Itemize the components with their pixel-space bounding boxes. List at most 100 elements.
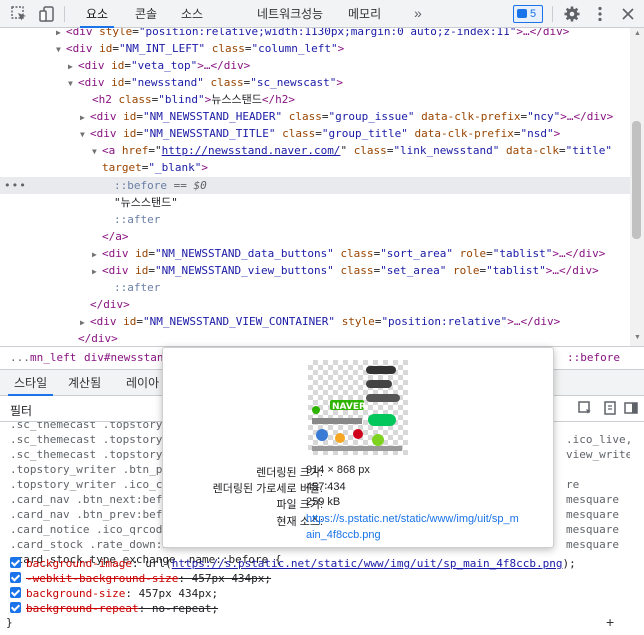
rule-selector-tail: mesquare xyxy=(566,493,619,506)
sidebar-toggle-icon[interactable] xyxy=(623,400,639,416)
add-declaration-icon[interactable]: + xyxy=(606,614,614,630)
rendered-size-value: 914 × 868 px xyxy=(306,464,370,476)
declaration-checkbox[interactable] xyxy=(10,572,21,583)
expand-arrow-icon[interactable]: ▶ xyxy=(68,58,78,75)
tree-node[interactable]: ▼ <div id="NM_NEWSSTAND_TITLE" class="gro… xyxy=(80,125,560,142)
rule-selector-tail: .ico_live, xyxy=(566,433,630,446)
sprite-naver-text: NAVER xyxy=(332,402,366,412)
devtools-toolbar: 요소 콘솔 소스 네트워크 성능 메모리 » 5 xyxy=(0,0,644,28)
more-tabs-icon[interactable]: » xyxy=(414,0,422,28)
tree-node[interactable]: ▶ <div style="position:relative;width:113… xyxy=(56,28,569,40)
expand-arrow-icon[interactable]: ▶ xyxy=(80,109,90,126)
rule-selector-tail: view_writer xyxy=(566,448,630,461)
message-icon xyxy=(517,9,527,18)
href-link[interactable]: http://newsstand.naver.com/ xyxy=(162,144,341,157)
tab-console[interactable]: 콘솔 xyxy=(135,0,157,28)
rule-selector-tail: mesquare xyxy=(566,508,619,521)
rule-selector-tail: mesquare xyxy=(566,523,619,536)
current-source-link-line1[interactable]: https://s.pstatic.net/static/www/img/uit… xyxy=(306,513,519,525)
issues-badge[interactable]: 5 xyxy=(513,5,543,23)
tree-node[interactable]: ▼ <div id="NM_INT_LEFT" class="column_lef… xyxy=(56,40,344,57)
image-preview-tooltip: NAVER 렌더링된 크기: 914 × 868 px 렌더링된 가로세로 비율… xyxy=(162,347,554,548)
filter-input[interactable]: 필터 xyxy=(10,402,32,419)
breadcrumb-item[interactable]: div#newsstand xyxy=(84,347,170,369)
tree-node[interactable]: ::after xyxy=(114,279,160,296)
node-actions-icon[interactable]: ••• xyxy=(4,179,27,192)
declaration-checkbox[interactable] xyxy=(10,557,21,568)
rule-selector[interactable]: .sc_themecast .topstory_ xyxy=(10,432,169,447)
tree-node[interactable]: ▶ <div id="NM_NEWSSTAND_data_buttons" cla… xyxy=(92,245,605,262)
tree-node[interactable]: <h2 class="blind">뉴스스탠드</h2> xyxy=(92,91,295,108)
declaration-overridden[interactable]: -webkit-background-size: 457px 434px; xyxy=(10,571,271,586)
tab-memory[interactable]: 메모리 xyxy=(348,0,381,28)
tab-layout[interactable]: 레이아 xyxy=(126,370,159,396)
declaration-overridden[interactable]: background-repeat: no-repeat; xyxy=(10,601,218,616)
collapse-arrow-icon[interactable]: ▼ xyxy=(68,75,78,92)
rule-selector[interactable]: .card_nav .btn_next:bef xyxy=(10,492,162,507)
scrollbar-thumb[interactable] xyxy=(632,121,641,239)
tab-sources[interactable]: 소스 xyxy=(181,0,203,28)
device-toolbar-icon[interactable] xyxy=(38,5,56,23)
declaration-checkbox[interactable] xyxy=(10,602,21,613)
close-icon[interactable] xyxy=(619,5,637,23)
tree-node[interactable]: </a> xyxy=(102,228,129,245)
tree-node-selected[interactable]: ::before == $0 xyxy=(114,177,207,194)
tree-node-continuation[interactable]: target="_blank"> xyxy=(102,159,208,176)
more-options-icon[interactable] xyxy=(591,5,609,23)
collapse-arrow-icon[interactable]: ▼ xyxy=(92,143,102,160)
tree-node[interactable]: </div> xyxy=(78,330,118,346)
tree-node[interactable]: ▼ <div id="newsstand" class="sc_newscast"… xyxy=(68,74,343,91)
rule-selector[interactable]: .sc_themecast .topstory_ xyxy=(10,422,169,432)
file-size-value: 259 kB xyxy=(306,496,341,508)
toolbar-separator xyxy=(64,6,65,22)
rule-close-brace: } xyxy=(6,616,13,629)
tree-node[interactable]: ▶ <div id="NM_NEWSSTAND_HEADER" class="gr… xyxy=(80,108,613,125)
tree-node[interactable]: </div> xyxy=(90,296,130,313)
inspect-element-icon[interactable] xyxy=(10,5,28,23)
rule-selector[interactable]: .sc_themecast .topstory_ xyxy=(10,447,169,462)
rule-selector[interactable]: .topstory_writer .btn_p xyxy=(10,462,162,477)
tree-node[interactable]: ▶ <div id="NM_NEWSSTAND_VIEW_CONTAINER" s… xyxy=(80,313,560,330)
aspect-ratio-value: 457∶434 xyxy=(306,481,346,493)
tree-node[interactable]: ▶ <div id="NM_NEWSSTAND_view_buttons" cla… xyxy=(92,262,599,279)
computed-styles-icon[interactable] xyxy=(577,400,593,416)
declaration[interactable]: background-image: url(https://s.pstatic.… xyxy=(10,556,576,571)
rule-selector[interactable]: .card_nav .btn_prev:bef xyxy=(10,507,162,522)
new-style-rule-icon[interactable] xyxy=(603,400,619,416)
breadcrumb-overflow[interactable]: ... xyxy=(10,347,30,369)
elements-tree: ••• ▶ <div style="position:relative;width… xyxy=(0,28,630,346)
tab-network[interactable]: 네트워크 xyxy=(257,0,301,28)
background-image-url-link[interactable]: https://s.pstatic.net/static/www/img/uit… xyxy=(172,557,563,570)
scroll-up-icon[interactable]: ▲ xyxy=(634,30,641,37)
rule-selector[interactable]: .card_stock .rate_down:b xyxy=(10,537,169,552)
expand-arrow-icon[interactable]: ▶ xyxy=(92,263,102,280)
tree-node[interactable]: ▼ <a href="http://newsstand.naver.com/" c… xyxy=(92,142,612,159)
expand-arrow-icon[interactable]: ▶ xyxy=(92,246,102,263)
tab-elements[interactable]: 요소 xyxy=(79,0,115,28)
current-source-link-line2[interactable]: ain_4f8ccb.png xyxy=(306,529,381,541)
rule-selector-tail: mesquare xyxy=(566,538,619,551)
tab-styles[interactable]: 스타일 xyxy=(7,370,54,396)
rule-selector[interactable]: .topstory_writer .ico_c xyxy=(10,477,162,492)
tree-text-node[interactable]: "뉴스스탠드" xyxy=(114,194,178,211)
toolbar-separator xyxy=(552,6,553,22)
expand-arrow-icon[interactable]: ▶ xyxy=(80,314,90,331)
breadcrumb-item[interactable]: mn_left xyxy=(30,347,76,369)
declaration[interactable]: background-size: 457px 434px; xyxy=(10,586,218,601)
scroll-down-icon[interactable]: ▼ xyxy=(634,334,641,341)
collapse-arrow-icon[interactable]: ▼ xyxy=(56,41,66,58)
rule-selector[interactable]: .card_notice .ico_qrcode xyxy=(10,522,169,537)
tree-node[interactable]: ::after xyxy=(114,211,160,228)
sprite-preview-image: NAVER xyxy=(312,366,402,451)
rule-selector-tail: re xyxy=(566,478,580,491)
tree-node[interactable]: ▶ <div id="veta_top">…</div> xyxy=(68,57,250,74)
declaration-checkbox[interactable] xyxy=(10,587,21,598)
tab-computed[interactable]: 계산됨 xyxy=(68,370,101,396)
tab-performance[interactable]: 성능 xyxy=(301,0,323,28)
issues-count: 5 xyxy=(530,8,537,20)
gear-icon[interactable] xyxy=(563,5,581,23)
breadcrumb-item-current[interactable]: ::before xyxy=(567,347,620,369)
selected-node-highlight xyxy=(0,177,630,194)
sprite-thumbnail: NAVER xyxy=(308,360,408,455)
collapse-arrow-icon[interactable]: ▼ xyxy=(80,126,90,143)
